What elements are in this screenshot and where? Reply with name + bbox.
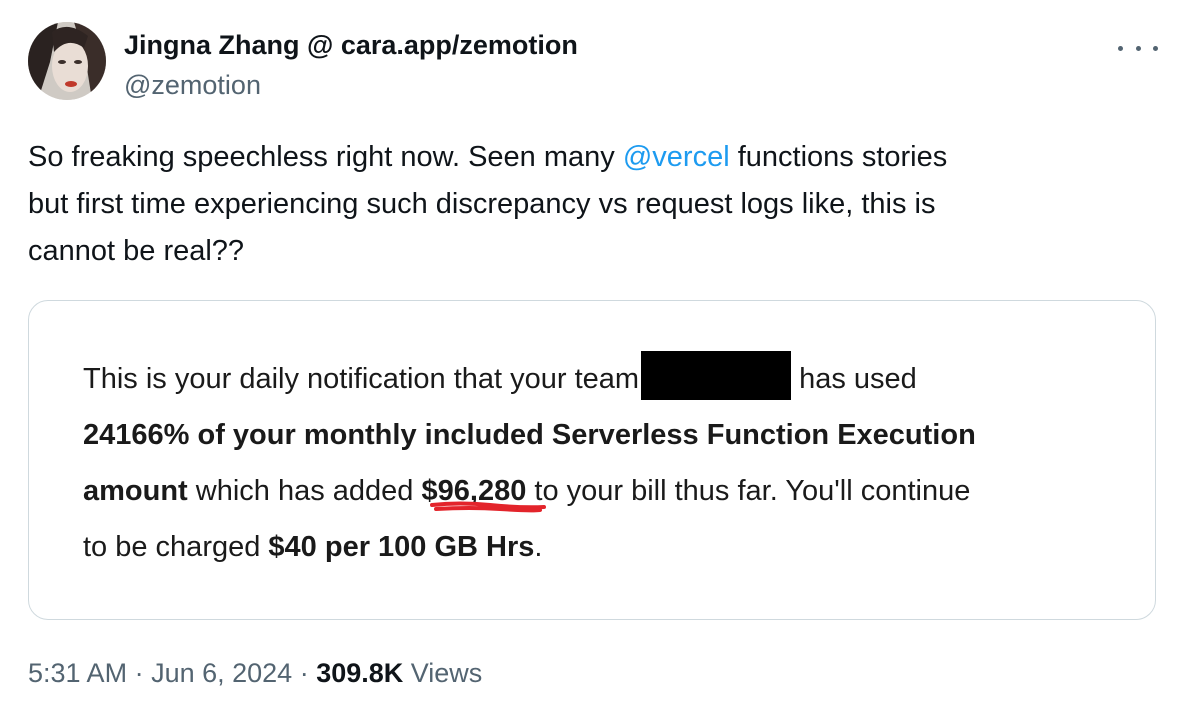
red-underline-mark (429, 501, 546, 513)
tweet-meta: 5:31 AM · Jun 6, 2024 · 309.8K Views (28, 656, 482, 690)
tweet-time[interactable]: 5:31 AM (28, 658, 127, 688)
email-text: has used (799, 363, 917, 395)
views-count[interactable]: 309.8K (316, 658, 403, 688)
more-options-icon[interactable] (1118, 38, 1158, 58)
profile-photo-icon (28, 22, 106, 100)
email-text: to be charged (83, 531, 269, 563)
email-screenshot-text: This is your daily notification that you… (83, 351, 1143, 575)
email-text: to your bill thus far. You'll continue (526, 475, 971, 507)
email-line: amount which has added $96,280 to your b… (83, 463, 1143, 519)
tweet-text-line: So freaking speechless right now. Seen m… (28, 134, 1148, 181)
separator: · (292, 658, 317, 688)
email-text: which has added (187, 475, 422, 507)
email-text: This is your daily notification that you… (83, 363, 640, 395)
author-display-name[interactable]: Jingna Zhang @ cara.app/zemotion (124, 28, 578, 62)
email-line: 24166% of your monthly included Serverle… (83, 419, 976, 451)
attached-image[interactable]: This is your daily notification that you… (28, 300, 1156, 620)
tweet-date[interactable]: Jun 6, 2024 (151, 658, 292, 688)
dot (1135, 45, 1141, 51)
mention-link[interactable]: @vercel (623, 141, 730, 173)
tweet-text-line: cannot be real?? (28, 235, 245, 267)
views-label: Views (403, 658, 483, 688)
author-handle[interactable]: @zemotion (124, 68, 261, 102)
email-text-bold: amount (83, 475, 188, 507)
tweet-text: So freaking speechless right now. Seen m… (28, 134, 1148, 275)
tweet-text-segment: functions stories (729, 141, 948, 173)
email-text-bold: $40 per 100 GB Hrs (268, 531, 535, 563)
email-text: . (534, 531, 543, 563)
bill-amount: $96,280 (422, 463, 546, 519)
dot (1118, 45, 1123, 51)
dot (1153, 45, 1158, 51)
tweet-text-segment: So freaking speechless right now. Seen m… (28, 141, 623, 173)
tweet-text-line: but first time experiencing such discrep… (28, 188, 936, 220)
avatar[interactable] (28, 22, 106, 100)
redaction-box (641, 351, 792, 400)
email-line: to be charged $40 per 100 GB Hrs. (83, 519, 1143, 575)
email-line: This is your daily notification that you… (83, 351, 1143, 407)
separator: · (127, 658, 152, 688)
